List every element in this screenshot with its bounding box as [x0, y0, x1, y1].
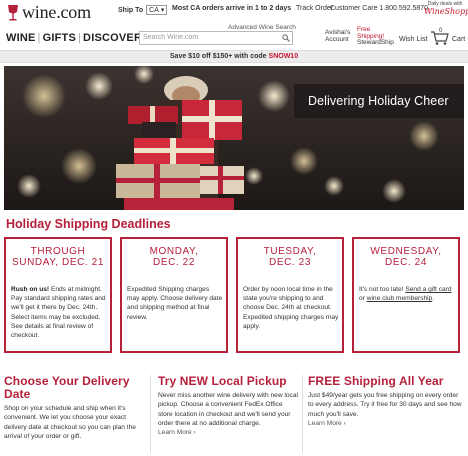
deadline-card-dec24: WEDNESDAY, DEC. 24 It's not too late! Se…	[352, 237, 460, 353]
ship-to-label: Ship To	[118, 6, 144, 14]
deadline-card-dec22: MONDAY, DEC. 22 Expedited Shipping charg…	[120, 237, 228, 353]
card-body-text: Ends at midnight. Pay standard shipping …	[11, 286, 106, 340]
card-date: WEDNESDAY, DEC. 24	[354, 246, 458, 268]
card-text: Order by noon local time in the state yo…	[243, 286, 339, 330]
card-date-line1: MONDAY,	[149, 246, 199, 257]
promo-text: Save $10 off $150+ with code	[169, 53, 269, 60]
wineshopper-logo: WineShopper	[424, 7, 468, 16]
card-text-b: or	[359, 295, 367, 303]
search-icon[interactable]	[282, 34, 290, 42]
account-link[interactable]: Avishai's Account	[325, 29, 350, 43]
daily-deals-link[interactable]: Daily deals with WineShopper	[424, 1, 468, 16]
nav-gifts[interactable]: GIFTS	[43, 32, 76, 44]
card-lead: Rush on us!	[11, 286, 50, 293]
card-text: It's not too late! Send a gift card or w…	[359, 285, 455, 303]
customer-care-link[interactable]: Customer Care 1.800.592.5870	[330, 5, 428, 12]
main-nav: WINE | GIFTS | DISCOVER	[6, 32, 143, 44]
chevron-down-icon: ▾	[160, 6, 165, 14]
cart-count: 0	[439, 28, 443, 34]
feature-delivery-date[interactable]: Choose Your Delivery Date Shop on your s…	[4, 375, 144, 441]
column-divider	[302, 375, 303, 453]
account-label: Account	[325, 36, 349, 43]
card-date-line2: SUNDAY, DEC. 21	[12, 257, 104, 268]
top-bar: wine.com Ship To CA ▾ Most CA orders arr…	[0, 0, 468, 22]
feature-body: Just $49/year gets you free shipping on …	[308, 392, 462, 418]
hero-caption: Delivering Holiday Cheer	[294, 84, 464, 118]
stewardship-link[interactable]: Free Shipping! StewardShip	[357, 26, 394, 47]
card-text: Rush on us! Ends at midnight. Pay standa…	[11, 285, 107, 340]
nav-wine[interactable]: WINE	[6, 32, 36, 44]
card-date-line2: DEC. 22	[153, 257, 195, 268]
deadline-card-dec21: THROUGH SUNDAY, DEC. 21 Rush on us! Ends…	[4, 237, 112, 353]
feature-title-line2: Date	[4, 387, 31, 401]
deadline-card-dec23: TUESDAY, DEC. 23 Order by noon local tim…	[236, 237, 344, 353]
learn-more-link[interactable]: Learn More ›	[158, 429, 298, 436]
card-date: TUESDAY, DEC. 23	[238, 246, 342, 268]
track-order-link[interactable]: Track Order	[296, 5, 333, 12]
cart-label: Cart	[452, 36, 466, 43]
ship-to-state-value: CA	[149, 6, 159, 14]
promo-banner[interactable]: Save $10 off $150+ with code SNOW10	[0, 50, 468, 63]
card-date-line2: DEC. 23	[269, 257, 311, 268]
nav-bar: WINE | GIFTS | DISCOVER Advanced Wine Search…	[0, 24, 468, 50]
card-text-c: .	[432, 295, 435, 303]
feature-body: Never miss another wine delivery with ne…	[158, 392, 298, 427]
gift-card-link[interactable]: Send a gift card	[405, 286, 451, 293]
ship-to: Ship To CA ▾	[118, 5, 168, 15]
card-text-a: It's not too late!	[359, 286, 406, 293]
advanced-search-link[interactable]: Advanced Wine Search	[228, 24, 296, 31]
card-text: Expedited Shipping charges may apply. Ch…	[127, 286, 223, 321]
card-date: MONDAY, DEC. 22	[122, 246, 226, 268]
ship-to-state-select[interactable]: CA ▾	[146, 5, 168, 15]
cart-button[interactable]: 0 Cart	[430, 28, 466, 45]
feature-title: Choose Your Delivery Date	[4, 375, 144, 401]
feature-title: Try NEW Local Pickup	[158, 374, 287, 388]
account-name: Avishai's	[325, 29, 351, 36]
card-date-line2: DEC. 24	[385, 257, 427, 268]
shipping-deadlines-title: Holiday Shipping Deadlines	[6, 217, 171, 231]
logo-text: wine.com	[22, 2, 91, 22]
card-date-line1: TUESDAY,	[263, 246, 317, 257]
card-date-line1: WEDNESDAY,	[370, 246, 442, 257]
feature-title: FREE Shipping All Year	[308, 374, 444, 388]
feature-local-pickup[interactable]: Try NEW Local Pickup Never miss another …	[158, 374, 298, 437]
promo-code: SNOW10	[268, 53, 299, 60]
search-input[interactable]: Search Wine.com	[139, 31, 293, 45]
card-date: THROUGH SUNDAY, DEC. 21	[6, 246, 110, 268]
wine-logo[interactable]: wine.com	[6, 2, 91, 23]
wish-list-link[interactable]: Wish List	[399, 36, 427, 43]
delivery-promo: Most CA orders arrive in 1 to 2 days	[172, 5, 292, 12]
steward-label: StewardShip	[357, 39, 394, 46]
wine-club-link[interactable]: wine club membership	[367, 295, 433, 302]
search-placeholder: Search Wine.com	[143, 34, 199, 41]
wine-glass-logo-icon	[8, 4, 18, 20]
feature-body: Shop on your schedule and ship when it's…	[4, 405, 136, 440]
nav-discover[interactable]: DISCOVER	[83, 32, 142, 44]
column-divider	[150, 375, 151, 453]
learn-more-link[interactable]: Learn More ›	[308, 420, 462, 427]
hero-banner[interactable]: Delivering Holiday Cheer	[4, 66, 464, 210]
card-date-line1: THROUGH	[30, 246, 86, 257]
feature-free-shipping[interactable]: FREE Shipping All Year Just $49/year get…	[308, 375, 462, 427]
